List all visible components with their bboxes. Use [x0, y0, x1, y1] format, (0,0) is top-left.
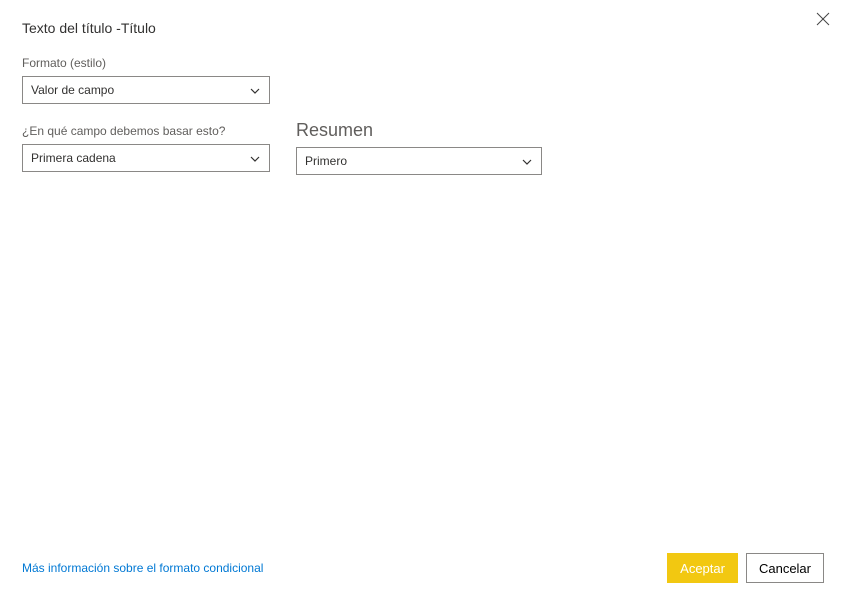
summary-heading: Resumen	[296, 120, 542, 141]
summary-dropdown-value: Primero	[305, 154, 347, 168]
chevron-down-icon	[249, 84, 261, 96]
cancel-button[interactable]: Cancelar	[746, 553, 824, 583]
format-label: Formato (estilo)	[22, 56, 270, 70]
chevron-down-icon	[249, 152, 261, 164]
field-dropdown[interactable]: Primera cadena	[22, 144, 270, 172]
field-label: ¿En qué campo debemos basar esto?	[22, 124, 270, 138]
dialog-title: Texto del título -Título	[22, 20, 824, 36]
chevron-down-icon	[521, 155, 533, 167]
accept-button[interactable]: Aceptar	[667, 553, 738, 583]
info-link[interactable]: Más información sobre el formato condici…	[22, 561, 263, 575]
format-dropdown[interactable]: Valor de campo	[22, 76, 270, 104]
format-dropdown-value: Valor de campo	[31, 83, 114, 97]
summary-dropdown[interactable]: Primero	[296, 147, 542, 175]
close-icon[interactable]	[816, 12, 830, 26]
field-dropdown-value: Primera cadena	[31, 151, 116, 165]
